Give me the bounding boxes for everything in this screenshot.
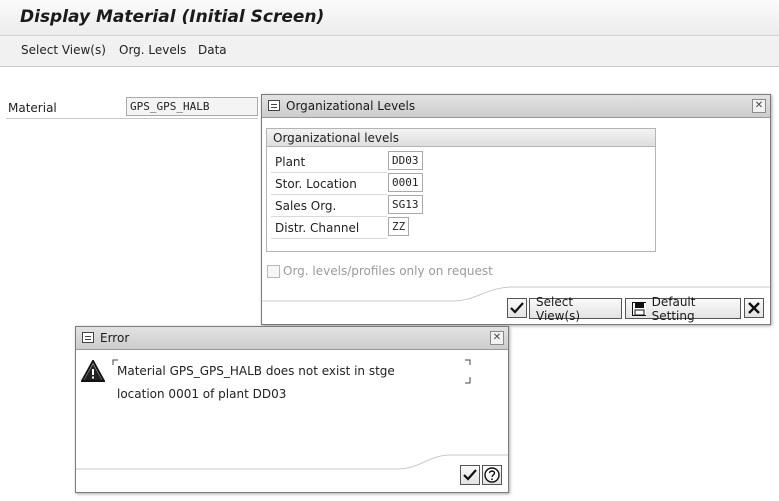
- error-dialog-title: Error: [100, 331, 130, 345]
- error-dialog-header: Error ✕: [76, 327, 508, 350]
- confirm-button[interactable]: [507, 298, 527, 318]
- help-icon: [484, 467, 500, 483]
- org-row-distr-channel: Distr. Channel ZZ: [271, 217, 409, 239]
- stor-location-input[interactable]: 0001: [388, 173, 423, 192]
- org-row-plant: Plant DD03: [271, 151, 423, 173]
- warning-icon: [81, 360, 105, 382]
- close-icon[interactable]: ✕: [490, 331, 504, 345]
- menu-data[interactable]: Data: [198, 43, 227, 57]
- menu-select-views[interactable]: Select View(s): [21, 43, 106, 57]
- select-views-button[interactable]: Select View(s): [529, 295, 622, 323]
- dialog-window-icon: [268, 100, 280, 111]
- plant-input[interactable]: DD03: [388, 151, 423, 170]
- menu-bar: Select View(s) Org. Levels Data: [0, 36, 779, 67]
- distr-channel-label: Distr. Channel: [275, 221, 360, 235]
- help-button[interactable]: [482, 465, 502, 485]
- menu-org-levels[interactable]: Org. Levels: [119, 43, 186, 57]
- close-icon[interactable]: ✕: [752, 99, 766, 113]
- default-setting-button[interactable]: Default Setting: [625, 295, 741, 323]
- org-levels-dialog-header: Organizational Levels ✕: [262, 95, 770, 118]
- checkmark-icon: [463, 469, 477, 481]
- sales-org-label: Sales Org.: [275, 199, 337, 213]
- error-message-line-1: Material GPS_GPS_HALB does not exist in …: [117, 364, 395, 378]
- select-views-button-label: Select View(s): [536, 294, 581, 323]
- org-row-sales-org: Sales Org. SG13: [271, 195, 423, 217]
- dialog-window-icon: [82, 332, 94, 343]
- default-setting-button-label: Default Setting: [651, 294, 696, 323]
- org-row-stor-location: Stor. Location 0001: [271, 173, 423, 195]
- cancel-x-icon: [748, 302, 760, 314]
- stor-location-label: Stor. Location: [275, 177, 357, 191]
- page-title: Display Material (Initial Screen): [20, 7, 325, 27]
- org-levels-group: Organizational levels Plant DD03 Stor. L…: [266, 128, 656, 252]
- error-message-line-2: location 0001 of plant DD03: [117, 387, 287, 401]
- sales-org-input[interactable]: SG13: [388, 195, 423, 214]
- org-levels-dialog: Organizational Levels ✕ Organizational l…: [261, 94, 771, 325]
- material-label: Material: [8, 101, 57, 115]
- org-levels-on-request-label: Org. levels/profiles only on request: [283, 264, 493, 278]
- cancel-button[interactable]: [744, 298, 764, 318]
- save-icon: [632, 301, 646, 316]
- plant-label: Plant: [275, 155, 306, 169]
- distr-channel-input[interactable]: ZZ: [388, 217, 409, 236]
- dialog-footer-curve: [76, 454, 508, 470]
- ok-button[interactable]: [460, 465, 480, 485]
- org-levels-dialog-title: Organizational Levels: [286, 99, 416, 113]
- checkmark-icon: [510, 302, 524, 314]
- error-dialog: Error ✕ Material GPS_GPS_HALB does not e…: [75, 326, 509, 493]
- org-levels-group-title: Organizational levels: [267, 129, 655, 147]
- title-bar: Display Material (Initial Screen): [0, 0, 779, 36]
- org-levels-on-request-checkbox[interactable]: [267, 265, 280, 278]
- material-input[interactable]: GPS_GPS_HALB: [126, 97, 258, 116]
- material-row-divider: [6, 118, 258, 119]
